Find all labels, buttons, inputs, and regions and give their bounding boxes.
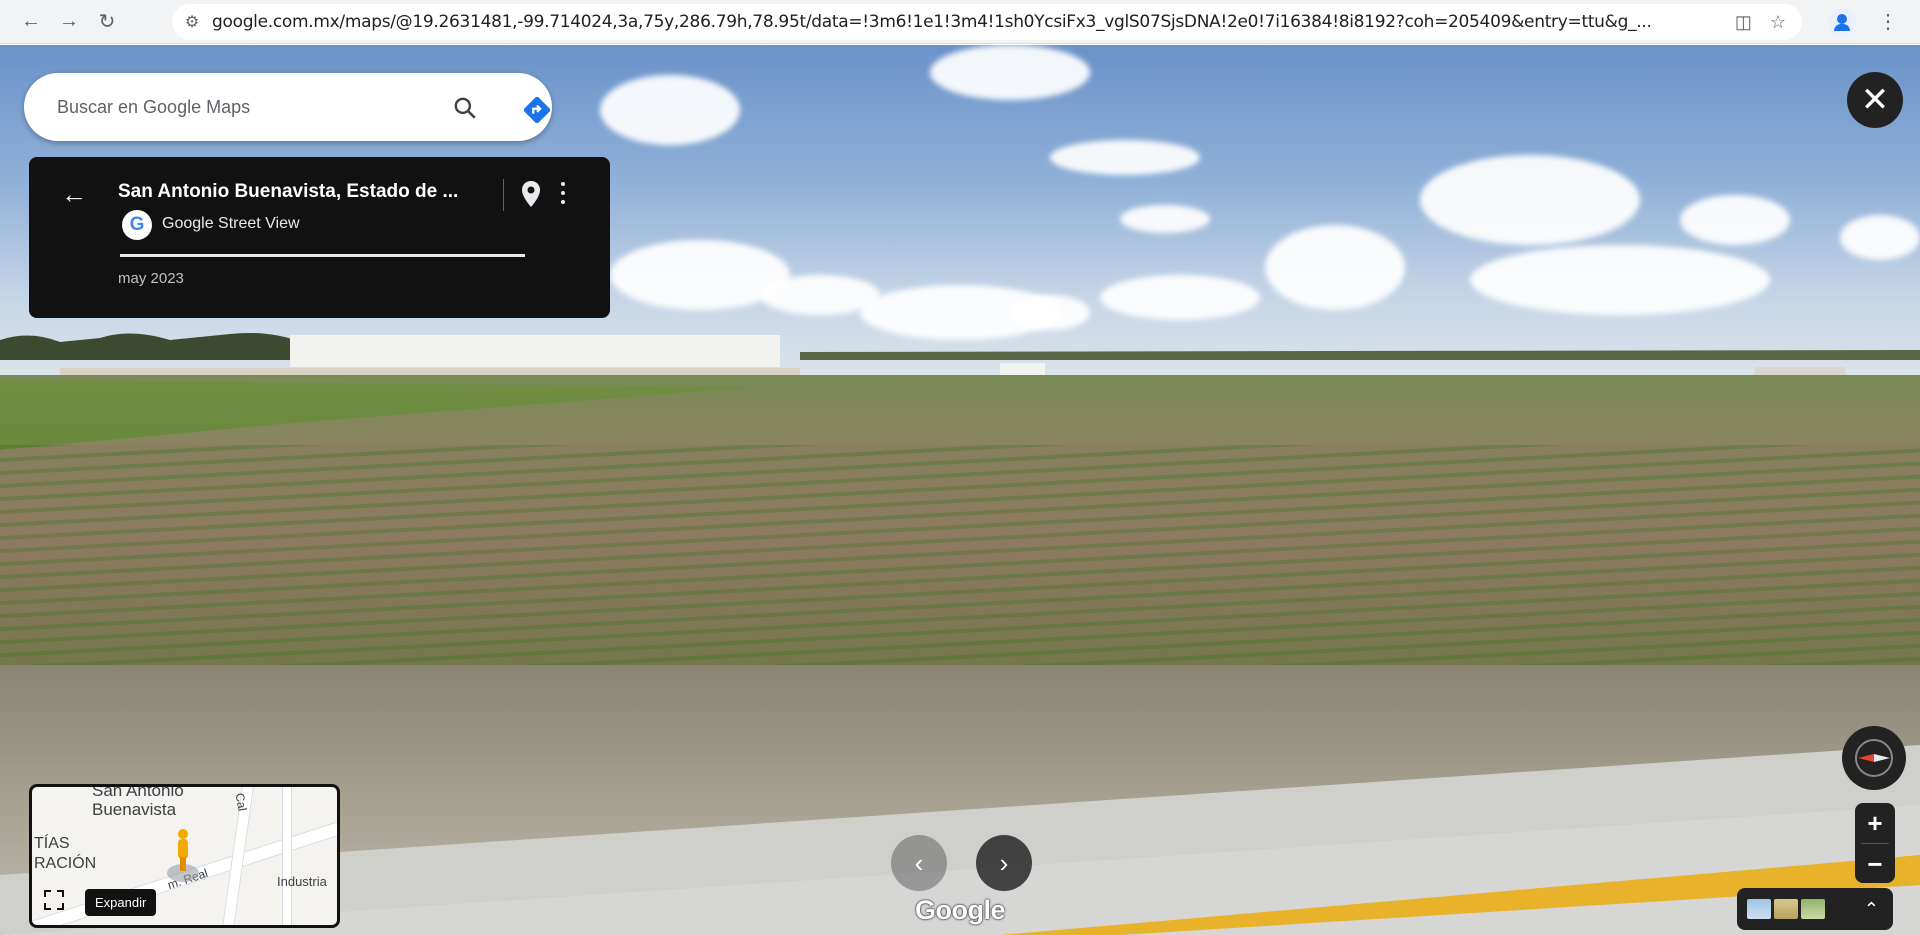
layers-control[interactable]: ⌃ — [1737, 888, 1893, 930]
zoom-controls: + − — [1855, 803, 1895, 883]
browser-toolbar: ← → ↻ ⚙ google.com.mx/maps/@19.2631481,-… — [0, 0, 1920, 44]
zoom-in-button[interactable]: + — [1855, 803, 1895, 843]
street-view-info-card: ← San Antonio Buenavista, Estado de ... … — [29, 157, 610, 318]
map-pin-icon[interactable] — [519, 179, 543, 209]
timeline-bar[interactable] — [120, 254, 525, 257]
site-settings-icon[interactable]: ⚙ — [172, 12, 212, 32]
expand-icon[interactable] — [36, 882, 72, 918]
capture-date[interactable]: may 2023 — [118, 270, 184, 287]
zoom-out-button[interactable]: − — [1855, 844, 1895, 884]
layer-thumb-2[interactable] — [1774, 899, 1798, 919]
minimap-place-line2: Buenavista — [92, 800, 177, 819]
close-button[interactable]: ✕ — [1847, 72, 1903, 128]
next-arrow-button[interactable]: › — [976, 835, 1032, 891]
layer-thumb-3[interactable] — [1801, 899, 1825, 919]
install-app-icon[interactable]: ◫ — [1735, 12, 1752, 33]
source-label[interactable]: Google Street View — [162, 215, 300, 233]
pegman-icon[interactable] — [166, 827, 200, 885]
profile-avatar-icon[interactable] — [1828, 8, 1856, 36]
browser-menu-icon[interactable]: ⋮ — [1878, 10, 1898, 34]
expand-tooltip: Expandir — [85, 889, 157, 916]
layer-thumb-1[interactable] — [1747, 899, 1771, 919]
google-wordmark: Google — [915, 895, 1006, 925]
tree-line — [0, 333, 1920, 360]
back-arrow-icon[interactable]: ← — [61, 179, 87, 210]
forward-icon[interactable]: → — [50, 3, 88, 41]
google-g-logo-icon: G — [122, 210, 152, 240]
compass-icon[interactable] — [1842, 726, 1906, 790]
minimap[interactable]: San Antonio Buenavista TÍAS RACIÓN Cal m… — [29, 784, 340, 928]
search-input[interactable] — [57, 96, 417, 118]
minimap-road-industria: Industria — [277, 874, 327, 889]
minimap-left-line2: RACIÓN — [34, 855, 97, 872]
chevron-up-icon[interactable]: ⌃ — [1864, 899, 1879, 920]
minimap-place-line1: San Antonio — [92, 784, 184, 800]
address-bar[interactable]: ⚙ google.com.mx/maps/@19.2631481,-99.714… — [172, 4, 1802, 40]
back-icon[interactable]: ← — [12, 3, 50, 41]
minimap-left-line1: TÍAS — [34, 835, 70, 852]
bookmark-star-icon[interactable]: ☆ — [1770, 12, 1786, 33]
divider — [503, 179, 504, 211]
search-icon[interactable] — [452, 95, 478, 121]
reload-icon[interactable]: ↻ — [88, 3, 126, 41]
url-text[interactable]: google.com.mx/maps/@19.2631481,-99.71402… — [212, 12, 1735, 32]
directions-icon[interactable] — [522, 95, 552, 125]
previous-arrow-button[interactable]: ‹ — [891, 835, 947, 891]
minimap-road-cal: Cal — [232, 791, 250, 813]
more-options-icon[interactable] — [554, 179, 572, 207]
maps-search-box — [24, 73, 552, 141]
place-title[interactable]: San Antonio Buenavista, Estado de ... — [118, 181, 488, 203]
